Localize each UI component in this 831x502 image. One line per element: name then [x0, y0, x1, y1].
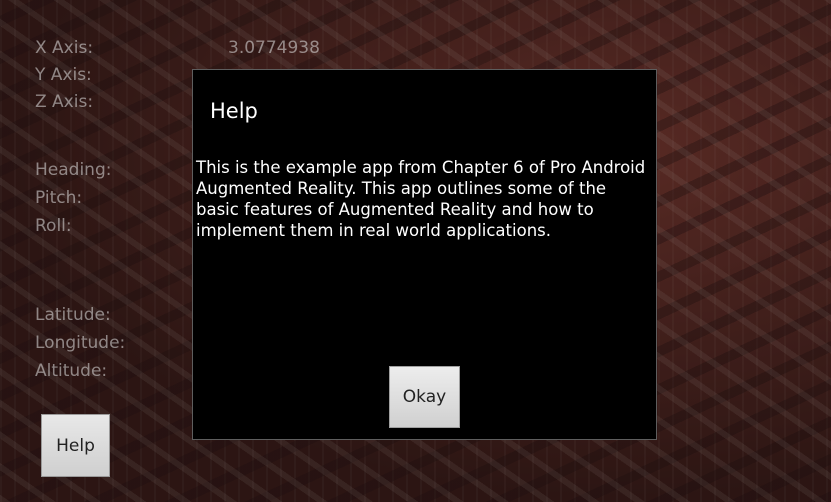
okay-button[interactable]: Okay — [389, 366, 460, 428]
y-axis-label: Y Axis: — [35, 65, 92, 85]
heading-label: Heading: — [35, 160, 112, 180]
altitude-label: Altitude: — [35, 361, 108, 381]
help-dialog: Help This is the example app from Chapte… — [192, 69, 657, 440]
longitude-label: Longitude: — [35, 333, 126, 353]
camera-preview-screen: X Axis: Y Axis: Z Axis: Heading: Pitch: … — [0, 0, 831, 502]
dialog-message: This is the example app from Chapter 6 o… — [196, 158, 646, 240]
z-axis-label: Z Axis: — [35, 92, 94, 112]
help-button[interactable]: Help — [41, 414, 110, 477]
latitude-label: Latitude: — [35, 305, 111, 325]
roll-label: Roll: — [35, 216, 72, 236]
x-axis-label: X Axis: — [35, 38, 94, 58]
pitch-label: Pitch: — [35, 188, 83, 208]
x-axis-value: 3.0774938 — [228, 38, 320, 58]
dialog-title: Help — [210, 99, 258, 123]
